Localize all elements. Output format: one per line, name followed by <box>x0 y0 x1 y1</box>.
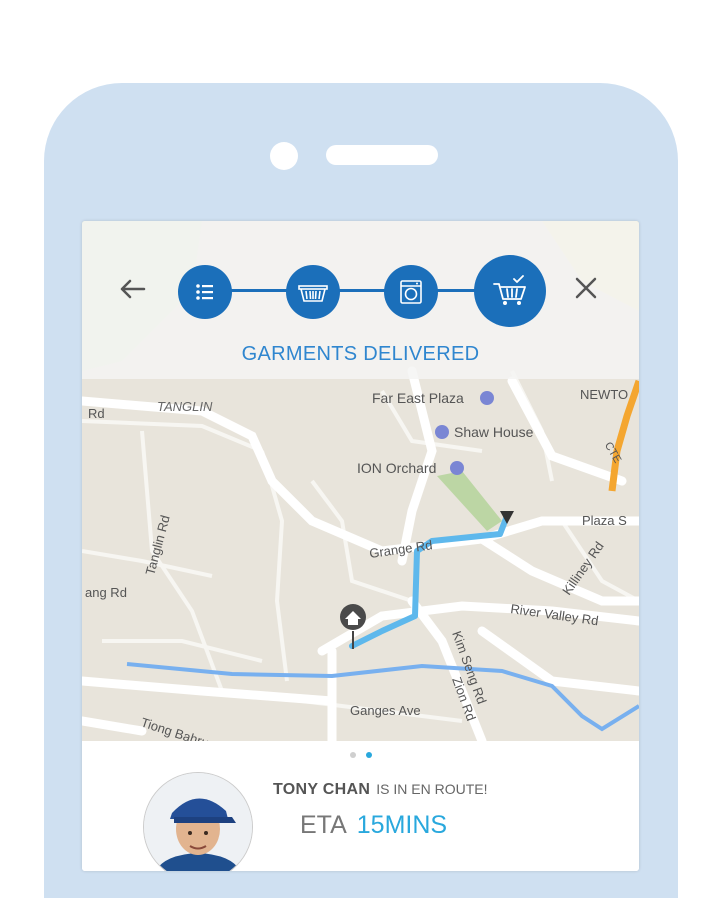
back-button[interactable] <box>116 273 148 305</box>
step-delivered[interactable] <box>474 255 546 327</box>
map-label-plaza: Plaza S <box>582 513 627 528</box>
driver-status-line: TONY CHAN IS IN EN ROUTE! <box>273 781 487 799</box>
eta-value: 15MINS <box>356 811 448 839</box>
progress-header: GARMENTS DELIVERED <box>82 221 639 379</box>
step-washing[interactable] <box>384 265 438 319</box>
close-icon <box>575 277 597 299</box>
driver-name: TONY CHAN <box>273 781 371 798</box>
driver-status: IS IN EN ROUTE! <box>376 781 488 797</box>
list-icon <box>196 284 213 300</box>
map-label-lang-rd: ang Rd <box>85 585 127 600</box>
map-label-newton: NEWTO <box>580 387 628 402</box>
washing-machine-icon <box>400 280 422 304</box>
map-label-tanglin: TANGLIN <box>157 399 213 414</box>
map-label-ion-orchard: ION Orchard <box>357 460 436 476</box>
phone-camera <box>270 142 298 170</box>
map-label-far-east: Far East Plaza <box>372 390 464 406</box>
phone-speaker <box>326 145 438 165</box>
eta-label: ETA <box>300 811 347 839</box>
cart-check-icon <box>493 275 526 305</box>
arrow-left-icon <box>120 279 146 299</box>
close-button[interactable] <box>571 273 601 303</box>
progress-line <box>204 289 504 292</box>
page-dot-2[interactable] <box>365 752 372 758</box>
page-dot-1[interactable] <box>349 752 356 758</box>
status-title: GARMENTS DELIVERED <box>241 343 480 365</box>
map-label-shaw-house: Shaw House <box>454 424 534 440</box>
eta-line: ETA 15MINS <box>300 811 447 840</box>
laundry-basket-icon <box>298 285 328 302</box>
driver-avatar <box>143 772 253 871</box>
step-order-list[interactable] <box>178 265 232 319</box>
step-basket[interactable] <box>286 265 340 319</box>
order-progress-steps <box>174 251 546 331</box>
map-label-ganges-ave: Ganges Ave <box>350 703 421 718</box>
page-indicator <box>82 745 639 763</box>
app-screen: TANGLIN Rd Far East Plaza Shaw House ION… <box>82 221 639 871</box>
map-label-rd-left: Rd <box>88 406 105 421</box>
